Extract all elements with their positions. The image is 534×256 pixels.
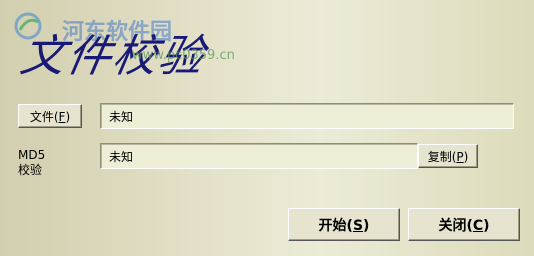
file-button[interactable]: 文件(F) [18,104,82,128]
start-button-label: 开始(S) [318,217,370,234]
start-button[interactable]: 开始(S) [288,208,400,241]
close-button-label: 关闭(C) [438,217,490,234]
file-button-label: 文件(F) [29,109,71,124]
file-path-value: 未知 [109,109,134,124]
file-checksum-window: 河东软件园 文件校验 www.pc0359.cn 文件(F) 未知 MD5 校验… [0,0,534,256]
copy-button-label: 复制(P) [427,149,469,164]
md5-value: 未知 [109,149,134,164]
copy-button[interactable]: 复制(P) [418,144,478,168]
md5-value-field[interactable]: 未知 [100,143,418,169]
watermark-url: www.pc0359.cn [132,48,235,63]
file-path-field[interactable]: 未知 [100,103,514,129]
close-button[interactable]: 关闭(C) [408,208,520,241]
md5-label: MD5 校验 [18,148,46,177]
